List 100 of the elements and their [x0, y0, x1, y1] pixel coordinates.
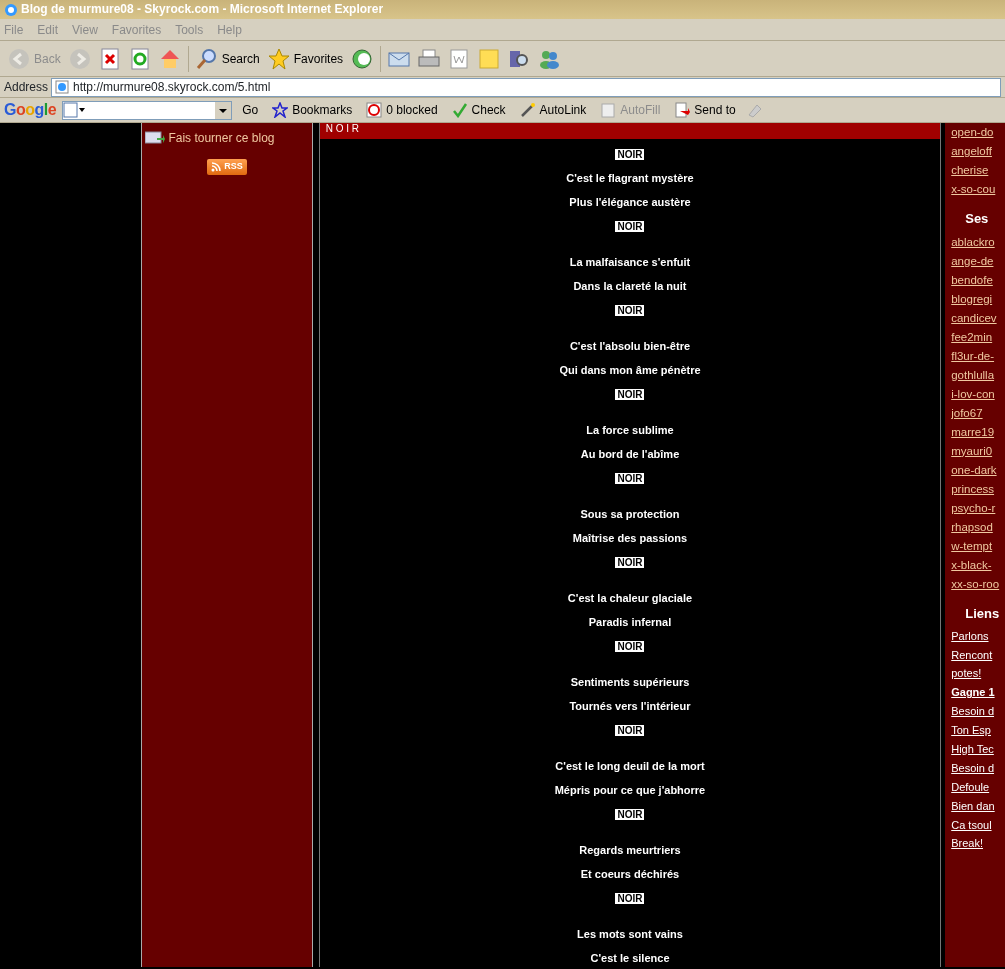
friend-link[interactable]: i-lov-con: [951, 384, 1005, 404]
poem-line: C'est le long deuil de la mort: [554, 759, 706, 774]
sponsored-link[interactable]: Ca tsoul Break!: [951, 816, 1002, 852]
favorites-button[interactable]: Favorites: [263, 45, 348, 72]
sponsored-link[interactable]: Defoule: [951, 778, 1002, 796]
poem-line: Regards meurtriers: [578, 843, 682, 858]
rss-feed-icon: [211, 162, 222, 172]
wand-icon: [519, 102, 536, 118]
checkmark-icon: [451, 102, 468, 118]
sponsored-link[interactable]: Bien dan: [951, 797, 1002, 815]
poem-line: Et coeurs déchirés: [579, 867, 681, 882]
autolink-button[interactable]: AutoLink: [515, 99, 591, 121]
poem-line: Dans la clareté la nuit: [572, 279, 688, 294]
sponsored-link[interactable]: Ton Esp: [951, 721, 1002, 739]
friend-link[interactable]: x-black-: [951, 555, 1005, 575]
poem-line: Maîtrise des passions: [571, 531, 689, 546]
search-icon: [195, 47, 218, 70]
friend-link[interactable]: fl3ur-de-: [951, 346, 1005, 366]
poem-line: Les mots sont vains: [576, 927, 684, 942]
friend-link[interactable]: xx-so-roo: [951, 574, 1005, 594]
note-icon: [478, 47, 501, 70]
share-link[interactable]: Fais tourner ce blog: [168, 129, 275, 147]
document-icon: [448, 47, 471, 70]
poem-line: C'est le silence: [589, 951, 671, 966]
poem-line: Mépris pour ce que j'abhorre: [553, 783, 707, 798]
refrain-label: NOIR: [615, 641, 645, 652]
friend-link[interactable]: x-so-cou: [951, 180, 1005, 199]
sendto-button[interactable]: Send to: [670, 99, 740, 121]
check-button[interactable]: Check: [447, 99, 510, 121]
sponsored-link[interactable]: Besoin d: [951, 759, 1002, 777]
friend-link[interactable]: jofo67: [951, 403, 1005, 423]
friend-link[interactable]: ange-de: [951, 251, 1005, 271]
friend-link[interactable]: w-tempt: [951, 536, 1005, 556]
poem-line: Au bord de l'abîme: [579, 447, 681, 462]
friend-link[interactable]: bendofe: [951, 270, 1005, 290]
post-title-bar: N O I R: [319, 123, 941, 139]
page-icon[interactable]: [55, 80, 70, 94]
page-arrow-icon: [674, 102, 691, 118]
section-heading: Liens: [965, 604, 1001, 623]
friend-link[interactable]: ablackro: [951, 232, 1005, 252]
poem-line: Tournés vers l'intérieur: [568, 699, 692, 714]
go-button[interactable]: Go: [238, 99, 263, 121]
sponsored-link[interactable]: Parlons: [951, 627, 1002, 645]
address-label: Address: [4, 79, 49, 96]
bookmarks-button[interactable]: Bookmarks: [268, 99, 357, 121]
form-icon: [600, 102, 617, 118]
refrain-label: NOIR: [615, 221, 645, 232]
friend-link[interactable]: fee2min: [951, 327, 1005, 347]
friend-link[interactable]: blogregi: [951, 289, 1005, 309]
friend-link[interactable]: princess: [951, 479, 1005, 499]
google-logo: Google: [4, 100, 57, 120]
refrain-label: NOIR: [615, 305, 645, 316]
clock-icon: [351, 47, 374, 70]
window-title: Blog de murmure08 - Skyrock.com - Microsoft Internet Explorer: [21, 1, 384, 18]
poem-line: Sous sa protection: [579, 507, 681, 522]
star-icon: [267, 47, 290, 70]
search-button[interactable]: Search: [191, 45, 264, 72]
stop-icon: [98, 47, 121, 70]
card-arrow-icon[interactable]: [145, 131, 166, 145]
address-field[interactable]: http://murmure08.skyrock.com/5.html: [51, 77, 1001, 97]
friend-link[interactable]: candicev: [951, 308, 1005, 328]
friend-link[interactable]: one-dark: [951, 460, 1005, 480]
search-field[interactable]: [62, 100, 233, 120]
sponsored-link[interactable]: Besoin d: [951, 702, 1002, 720]
friend-link[interactable]: angeloff: [951, 142, 1005, 161]
poem-line: C'est la chaleur glaciale: [566, 591, 694, 606]
poem-line: Qui dans mon âme pénètre: [558, 363, 702, 378]
poem-line: La force sublime: [585, 423, 675, 438]
sponsored-link[interactable]: High Tec: [951, 740, 1002, 758]
refrain-label: NOIR: [615, 725, 645, 736]
friend-link[interactable]: marre19: [951, 422, 1005, 442]
refrain-label: NOIR: [615, 149, 645, 160]
friend-link[interactable]: rhapsod: [951, 517, 1005, 537]
dropdown-caret-icon[interactable]: [215, 101, 232, 119]
friend-link[interactable]: psycho-r: [951, 498, 1005, 518]
printer-icon: [418, 47, 441, 70]
blocked-popup-icon: [366, 102, 383, 118]
poem-line: C'est le flagrant mystère: [565, 171, 695, 186]
poem-line: Sentiments supérieurs: [569, 675, 691, 690]
friend-link[interactable]: myauri0: [951, 441, 1005, 461]
friend-link[interactable]: cherise: [951, 161, 1005, 180]
browser-logo-icon[interactable]: [4, 2, 18, 17]
sponsored-link[interactable]: Gagne 1: [951, 683, 1002, 701]
refrain-label: NOIR: [615, 893, 645, 904]
friend-link[interactable]: gothlulla: [951, 365, 1005, 385]
blocked-button[interactable]: 0 blocked: [362, 99, 442, 121]
g-icon[interactable]: [63, 102, 86, 118]
poem-line: C'est l'absolu bien-être: [568, 339, 692, 354]
refrain-label: NOIR: [615, 809, 645, 820]
refrain-label: NOIR: [615, 557, 645, 568]
refrain-label: NOIR: [615, 473, 645, 484]
poem-line: Plus l'élégance austère: [568, 195, 692, 210]
refrain-label: NOIR: [615, 389, 645, 400]
poem-line: La malfaisance s'enfuit: [568, 255, 692, 270]
star-icon: [272, 102, 289, 118]
section-heading: Ses: [965, 210, 990, 228]
friend-link[interactable]: open-do: [951, 123, 1005, 142]
sponsored-link[interactable]: Rencont potes!: [951, 646, 1002, 682]
poem-line: Paradis infernal: [587, 615, 673, 630]
refresh-icon: [128, 47, 151, 70]
